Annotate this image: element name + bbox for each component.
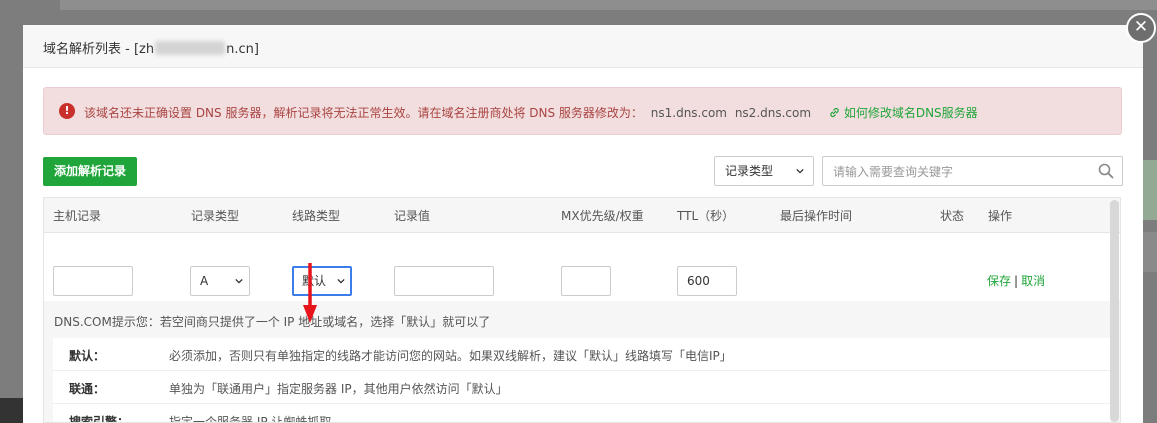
header-mx-priority: MX优先级/权重 — [561, 209, 644, 223]
search-icon[interactable] — [1098, 163, 1114, 179]
background-page-edge-lower — [1143, 232, 1157, 272]
dns-records-table: 主机记录 记录类型 线路类型 记录值 MX优先级/权重 TTL（秒） 最后操作时… — [43, 197, 1121, 423]
header-ttl: TTL（秒） — [677, 209, 735, 223]
dns-records-modal: 域名解析列表 - [zh n.cn] ! 该域名还未正确设置 DNS 服务器，解析… — [23, 25, 1143, 423]
chevron-down-icon — [337, 278, 345, 284]
add-record-button[interactable]: 添加解析记录 — [43, 157, 137, 186]
line-type-select[interactable]: 默认 — [292, 266, 352, 296]
header-host: 主机记录 — [53, 209, 102, 223]
header-status: 状态 — [940, 209, 965, 223]
modal-title-suffix: n.cn] — [226, 42, 259, 57]
search-field[interactable] — [822, 156, 1123, 186]
save-link[interactable]: 保存 — [987, 274, 1011, 288]
background-page-corner — [0, 398, 23, 423]
modal-header: 域名解析列表 - [zh n.cn] — [23, 25, 1143, 68]
close-modal-button[interactable]: ✕ — [1126, 13, 1156, 43]
cancel-link[interactable]: 取消 — [1021, 274, 1045, 288]
mx-priority-input[interactable] — [561, 266, 611, 296]
ttl-input[interactable]: 600 — [677, 266, 737, 296]
redacted-domain-mask — [155, 41, 226, 55]
row-actions: 保存 | 取消 — [987, 272, 1045, 289]
tip-text: 指定一个服务器 IP 让蜘蛛抓取 — [169, 415, 332, 423]
modal-title: 域名解析列表 - [zh n.cn] — [43, 38, 259, 57]
red-annotation-arrow-icon — [303, 263, 317, 323]
warning-icon: ! — [59, 103, 75, 119]
tip-row-search-engine: 搜索引擎： 指定一个服务器 IP 让蜘蛛抓取 — [53, 404, 1110, 423]
record-type-filter-value: 记录类型 — [725, 164, 774, 178]
link-icon — [830, 107, 839, 118]
line-type-tips: DNS.COM提示您：若空间商只提供了一个 IP 地址或域名，选择「默认」就可以… — [44, 301, 1120, 423]
alert-message-line: 该域名还未正确设置 DNS 服务器，解析记录将无法正常生效。请在域名注册商处将 … — [84, 104, 811, 121]
background-page-strip — [60, 0, 1157, 10]
tip-label: 搜索引擎： — [69, 415, 130, 423]
tips-title: DNS.COM提示您：若空间商只提供了一个 IP 地址或域名，选择「默认」就可以… — [54, 315, 491, 329]
table-header: 主机记录 记录类型 线路类型 记录值 MX优先级/权重 TTL（秒） 最后操作时… — [44, 198, 1120, 233]
action-separator: | — [1014, 274, 1019, 288]
tip-label: 默认： — [69, 349, 106, 363]
record-type-filter-select[interactable]: 记录类型 — [714, 156, 814, 186]
tip-row-default: 默认： 必须添加，否则只有单独指定的线路才能访问您的网站。如果双线解析，建议「默… — [53, 338, 1110, 371]
header-actions: 操作 — [988, 209, 1013, 223]
alert-message: 该域名还未正确设置 DNS 服务器，解析记录将无法正常生效。请在域名注册商处将 … — [84, 106, 643, 120]
background-page-edge — [1143, 160, 1157, 220]
tip-text: 必须添加，否则只有单独指定的线路才能访问您的网站。如果双线解析，建议「默认」线路… — [169, 349, 732, 363]
host-input[interactable] — [53, 266, 133, 296]
modal-title-prefix: 域名解析列表 - [zh — [43, 42, 155, 57]
table-scrollbar[interactable] — [1110, 200, 1119, 422]
how-to-change-dns-link[interactable]: 如何修改域名DNS服务器 — [829, 104, 978, 121]
chevron-down-icon — [796, 168, 804, 174]
dns-warning-alert: ! 该域名还未正确设置 DNS 服务器，解析记录将无法正常生效。请在域名注册商处… — [43, 87, 1122, 135]
how-to-change-dns-label: 如何修改域名DNS服务器 — [843, 106, 978, 120]
record-type-select[interactable]: A — [190, 266, 250, 296]
tip-text: 单独为「联通用户」指定服务器 IP，其他用户依然访问「默认」 — [169, 382, 508, 396]
chevron-down-icon — [235, 278, 243, 284]
search-input[interactable] — [831, 163, 1085, 181]
header-line-type: 线路类型 — [292, 209, 341, 223]
nameserver-1: ns1.dns.com — [650, 106, 727, 120]
tip-row-unicom: 联通： 单独为「联通用户」指定服务器 IP，其他用户依然访问「默认」 — [53, 371, 1110, 404]
header-record-value: 记录值 — [394, 209, 431, 223]
header-record-type: 记录类型 — [191, 209, 240, 223]
record-value-input[interactable] — [394, 266, 494, 296]
tip-label: 联通： — [69, 382, 106, 396]
new-record-row: A 默认 600 保存 | 取消 — [44, 233, 1120, 301]
nameserver-2: ns2.dns.com — [734, 106, 812, 120]
header-last-modified: 最后操作时间 — [780, 209, 853, 223]
record-type-value: A — [200, 274, 209, 288]
